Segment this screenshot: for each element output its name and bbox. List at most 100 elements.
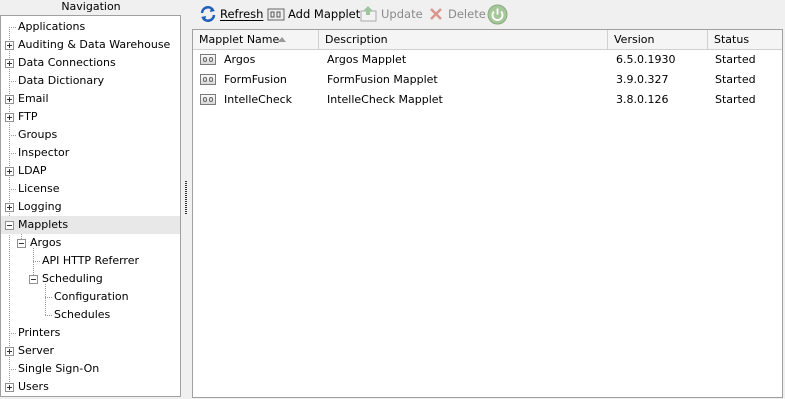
tree-connector bbox=[45, 315, 52, 316]
nav-item-auditing-data-warehouse[interactable]: Auditing & Data Warehouse bbox=[1, 36, 180, 54]
tree-connector bbox=[9, 135, 16, 136]
nav-item-label: Scheduling bbox=[42, 272, 103, 285]
nav-item-label: Configuration bbox=[54, 290, 129, 303]
mapplet-name: FormFusion bbox=[224, 73, 287, 86]
expand-icon[interactable] bbox=[5, 167, 14, 176]
nav-item-schedules[interactable]: Schedules bbox=[1, 306, 180, 324]
nav-item-label: License bbox=[18, 182, 60, 195]
nav-item-label: Logging bbox=[18, 200, 62, 213]
expand-icon[interactable] bbox=[5, 41, 14, 50]
column-header-status[interactable]: Status bbox=[708, 30, 782, 49]
refresh-icon bbox=[199, 5, 217, 23]
nav-item-single-sign-on[interactable]: Single Sign-On bbox=[1, 360, 180, 378]
column-header-version[interactable]: Version bbox=[608, 30, 708, 49]
column-header-description[interactable]: Description bbox=[319, 30, 608, 49]
nav-item-label: Inspector bbox=[18, 146, 70, 159]
navigation-tree[interactable]: Applications Auditing & Data Warehouse Dat… bbox=[0, 15, 181, 397]
delete-button[interactable]: Delete bbox=[427, 3, 486, 25]
mapplet-version: 3.8.0.126 bbox=[616, 93, 669, 106]
refresh-label: Refresh bbox=[220, 7, 264, 21]
tree-connector bbox=[9, 81, 16, 82]
collapse-icon[interactable] bbox=[17, 239, 26, 248]
refresh-button[interactable]: Refresh bbox=[199, 3, 263, 25]
mapplets-table: Mapplet Name Description Version Status … bbox=[192, 29, 783, 398]
nav-item-inspector[interactable]: Inspector bbox=[1, 144, 180, 162]
tree-connector bbox=[45, 297, 52, 298]
navigation-title: Navigation bbox=[0, 0, 182, 14]
nav-item-label: Users bbox=[18, 380, 49, 393]
update-label: Update bbox=[381, 7, 423, 21]
tree-connector bbox=[33, 261, 40, 262]
nav-item-argos[interactable]: Argos bbox=[1, 234, 180, 252]
nav-item-label: Argos bbox=[30, 236, 62, 249]
update-icon bbox=[360, 5, 378, 23]
nav-item-data-connections[interactable]: Data Connections bbox=[1, 54, 180, 72]
table-row[interactable]: IntelleCheck IntelleCheck Mapplet 3.8.0.… bbox=[193, 90, 782, 110]
nav-item-label: Data Dictionary bbox=[18, 74, 105, 87]
table-row[interactable]: Argos Argos Mapplet 6.5.0.1930 Started bbox=[193, 50, 782, 70]
collapse-icon[interactable] bbox=[29, 275, 38, 284]
table-row[interactable]: FormFusion FormFusion Mapplet 3.9.0.327 … bbox=[193, 70, 782, 90]
mapplet-name: IntelleCheck bbox=[224, 93, 293, 106]
nav-item-mapplets[interactable]: Mapplets bbox=[1, 216, 180, 234]
nav-item-groups[interactable]: Groups bbox=[1, 126, 180, 144]
nav-item-data-dictionary[interactable]: Data Dictionary bbox=[1, 72, 180, 90]
expand-icon[interactable] bbox=[5, 347, 14, 356]
power-button[interactable] bbox=[487, 3, 508, 25]
collapse-icon[interactable] bbox=[5, 221, 14, 230]
delete-icon bbox=[427, 5, 445, 23]
nav-item-label: FTP bbox=[18, 110, 38, 123]
nav-item-printers[interactable]: Printers bbox=[1, 324, 180, 342]
nav-item-applications[interactable]: Applications bbox=[1, 18, 180, 36]
nav-item-label: Groups bbox=[18, 128, 58, 141]
mapplet-status: Started bbox=[715, 73, 756, 86]
nav-item-server[interactable]: Server bbox=[1, 342, 180, 360]
mapplet-version: 6.5.0.1930 bbox=[616, 53, 676, 66]
nav-item-scheduling[interactable]: Scheduling bbox=[1, 270, 180, 288]
nav-item-label: Email bbox=[18, 92, 49, 105]
panel-splitter[interactable] bbox=[182, 0, 191, 399]
expand-icon[interactable] bbox=[5, 59, 14, 68]
nav-item-label: Schedules bbox=[54, 308, 111, 321]
tree-connector bbox=[9, 153, 16, 154]
add-mapplet-label: Add Mapplet bbox=[288, 7, 361, 21]
nav-item-label: Single Sign-On bbox=[18, 362, 100, 375]
mapplet-icon bbox=[200, 94, 216, 105]
nav-item-configuration[interactable]: Configuration bbox=[1, 288, 180, 306]
update-button[interactable]: Update bbox=[360, 3, 423, 25]
expand-icon[interactable] bbox=[5, 203, 14, 212]
column-header-label: Status bbox=[714, 33, 750, 46]
nav-item-api-http-referrer[interactable]: API HTTP Referrer bbox=[1, 252, 180, 270]
nav-item-ftp[interactable]: FTP bbox=[1, 108, 180, 126]
nav-item-ldap[interactable]: LDAP bbox=[1, 162, 180, 180]
column-header-label: Description bbox=[325, 33, 388, 46]
column-header-mapplet-name[interactable]: Mapplet Name bbox=[193, 30, 319, 49]
mapplet-description: Argos Mapplet bbox=[327, 53, 407, 66]
nav-item-logging[interactable]: Logging bbox=[1, 198, 180, 216]
sort-ascending-icon bbox=[278, 37, 286, 42]
tree-connector bbox=[9, 189, 16, 190]
mapplet-name: Argos bbox=[224, 53, 256, 66]
add-mapplet-button[interactable]: Add Mapplet bbox=[267, 3, 360, 25]
expand-icon[interactable] bbox=[5, 95, 14, 104]
tree-connector bbox=[9, 369, 16, 370]
tree-connector bbox=[9, 27, 16, 28]
nav-item-label: Server bbox=[18, 344, 55, 357]
splitter-grip-icon[interactable] bbox=[185, 181, 187, 215]
expand-icon[interactable] bbox=[5, 383, 14, 392]
tree-connector bbox=[9, 333, 16, 334]
expand-icon[interactable] bbox=[5, 113, 14, 122]
nav-item-label: Auditing & Data Warehouse bbox=[18, 38, 171, 51]
mapplet-icon bbox=[200, 74, 216, 85]
delete-label: Delete bbox=[448, 7, 486, 21]
nav-item-license[interactable]: License bbox=[1, 180, 180, 198]
nav-item-label: Mapplets bbox=[18, 218, 69, 231]
nav-item-label: LDAP bbox=[18, 164, 47, 177]
mapplet-description: IntelleCheck Mapplet bbox=[327, 93, 443, 106]
power-icon bbox=[487, 4, 508, 25]
nav-item-users[interactable]: Users bbox=[1, 378, 180, 396]
mapplet-status: Started bbox=[715, 53, 756, 66]
toolbar: Refresh Add Mapplet Update Delete bbox=[193, 0, 785, 28]
add-mapplet-icon bbox=[267, 5, 285, 23]
nav-item-email[interactable]: Email bbox=[1, 90, 180, 108]
